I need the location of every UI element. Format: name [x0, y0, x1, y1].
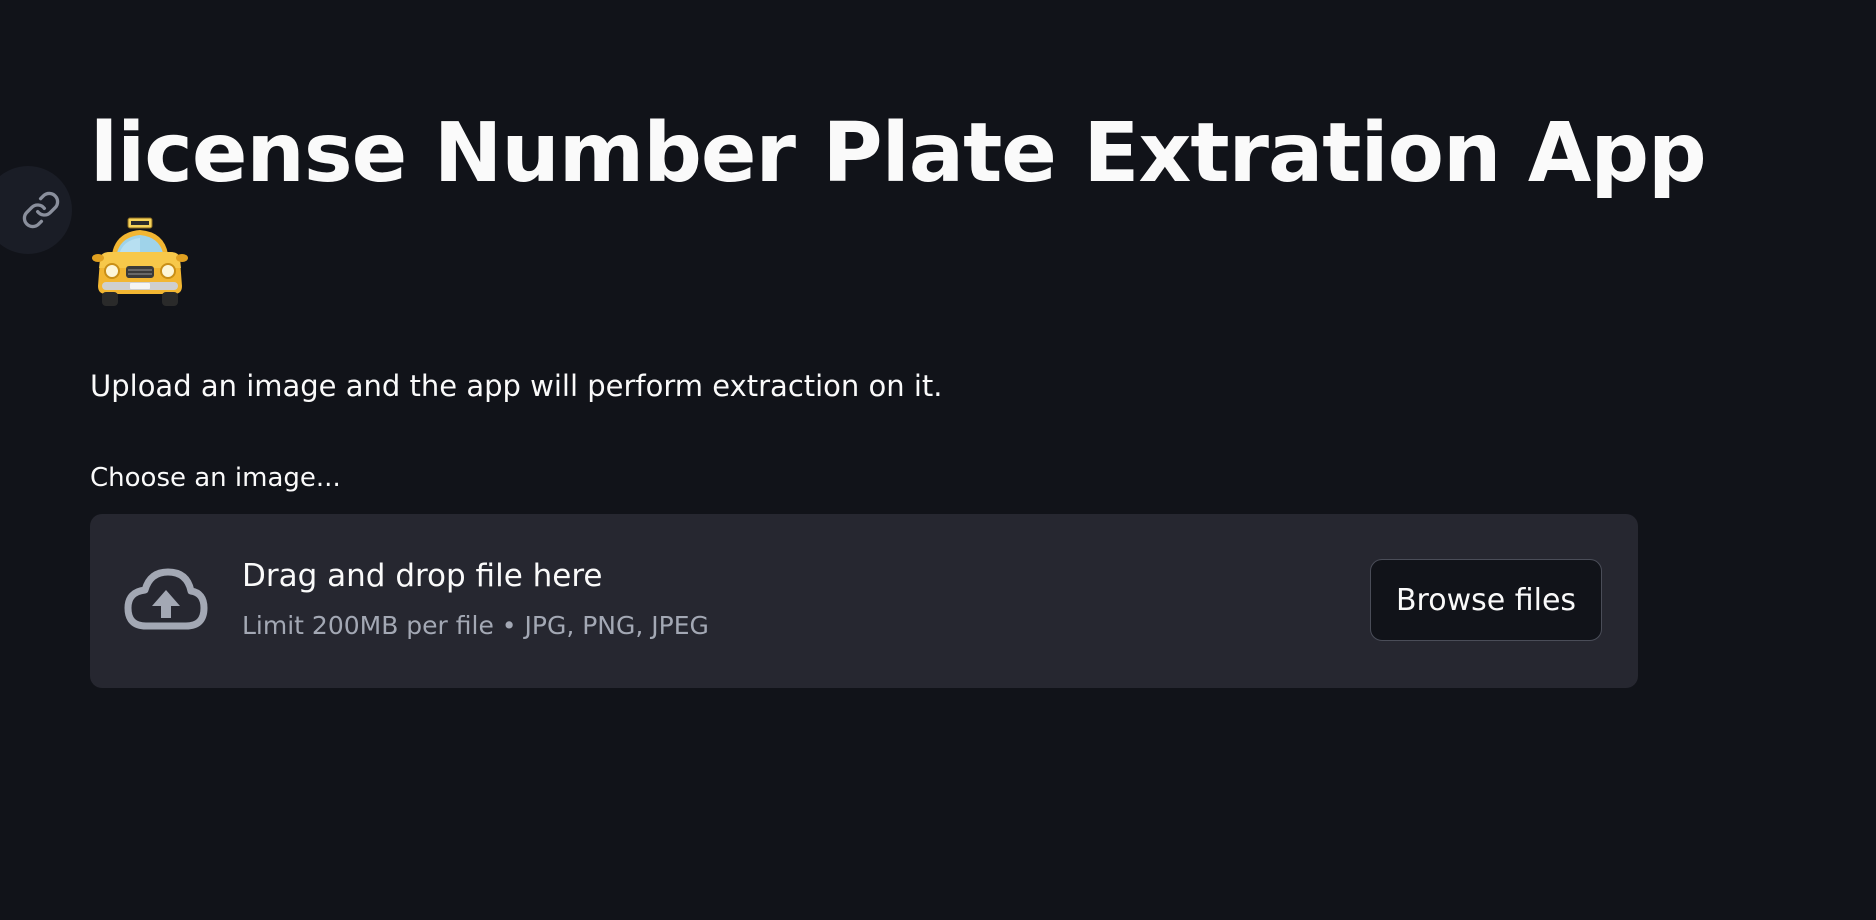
browse-files-button[interactable]: Browse files [1370, 559, 1602, 641]
app-page: license Number Plate Extration App Uploa… [0, 0, 1876, 920]
dropzone-instructions: Drag and drop file here Limit 200MB per … [242, 554, 709, 644]
app-description: Upload an image and the app will perform… [90, 369, 943, 403]
cloud-upload-icon [124, 568, 208, 630]
dropzone-limit-text: Limit 200MB per file • JPG, PNG, JPEG [242, 611, 709, 640]
link-icon [22, 191, 60, 229]
dropzone-title: Drag and drop file here [242, 558, 603, 594]
header-anchor-link[interactable] [0, 166, 72, 254]
taxi-icon [92, 217, 188, 306]
page-title: license Number Plate Extration App [90, 106, 1707, 201]
file-dropzone[interactable]: Drag and drop file here Limit 200MB per … [90, 514, 1638, 688]
uploader-label: Choose an image... [90, 463, 341, 493]
